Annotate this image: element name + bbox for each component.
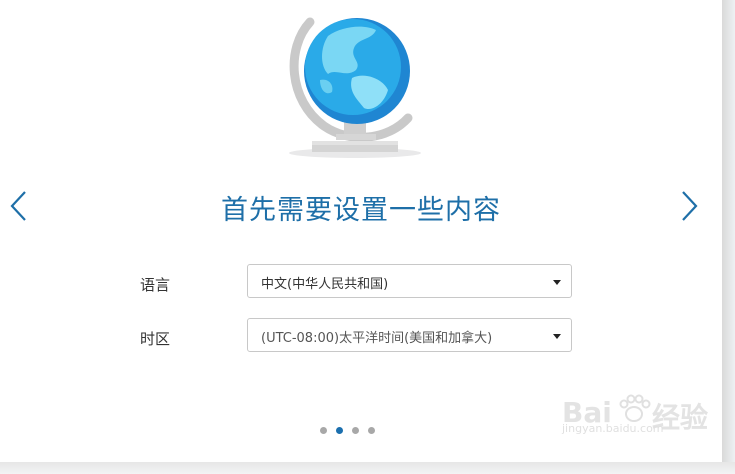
language-label: 语言 <box>140 276 171 294</box>
setup-card: 首先需要设置一些内容 语言 中文(中华人民共和国) 时区 (UTC-08:00)… <box>0 0 722 462</box>
page-dot-2[interactable] <box>336 427 343 434</box>
window-edge-bottom <box>0 462 735 474</box>
window-edge-right <box>722 0 735 474</box>
page-dot-1[interactable] <box>320 427 327 434</box>
paw-icon <box>619 394 651 422</box>
caret-down-icon <box>553 280 561 285</box>
chevron-right-icon[interactable] <box>678 189 700 223</box>
timezone-select[interactable]: (UTC-08:00)太平洋时间(美国和加拿大) <box>247 318 572 352</box>
timezone-value: (UTC-08:00)太平洋时间(美国和加拿大) <box>261 331 493 346</box>
pagination-dots <box>320 427 380 435</box>
watermark: Bai 经验 jingyan.baidu.com <box>562 394 712 436</box>
timezone-label: 时区 <box>140 330 171 348</box>
language-select[interactable]: 中文(中华人民共和国) <box>247 264 572 298</box>
caret-down-icon <box>553 334 561 339</box>
page-title: 首先需要设置一些内容 <box>221 195 501 226</box>
page-dot-4[interactable] <box>368 427 375 434</box>
page-dot-3[interactable] <box>352 427 359 434</box>
watermark-url: jingyan.baidu.com <box>562 422 664 435</box>
globe-icon <box>289 17 421 158</box>
language-value: 中文(中华人民共和国) <box>261 277 389 292</box>
